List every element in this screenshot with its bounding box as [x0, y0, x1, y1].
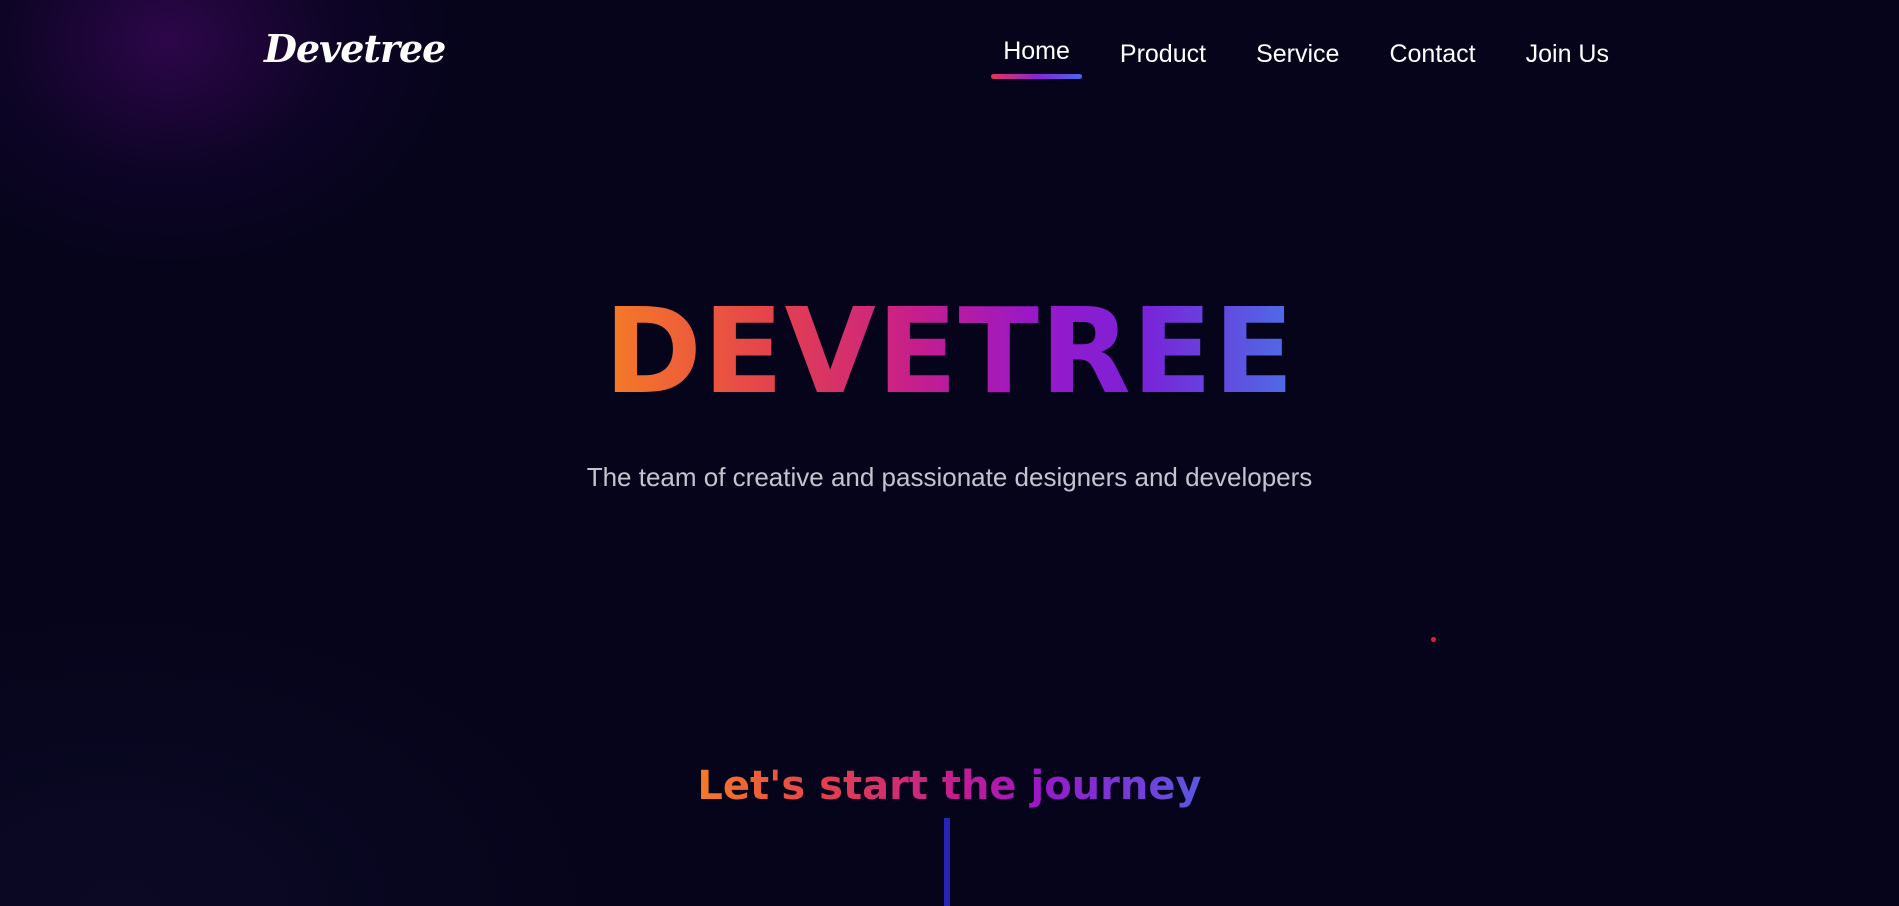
nav-item-label: Join Us	[1525, 40, 1609, 68]
hero-subtitle: The team of creative and passionate desi…	[586, 462, 1313, 492]
brand-logo[interactable]: Devetree	[264, 30, 446, 68]
nav-item-product[interactable]: Product	[1120, 42, 1206, 67]
hero-title: DEVETREE	[0, 292, 1899, 410]
decorative-dot	[1431, 637, 1436, 642]
nav-item-contact[interactable]: Contact	[1389, 42, 1475, 67]
journey-heading-text: Let's start the journey	[697, 763, 1202, 809]
nav-item-label: Contact	[1389, 40, 1476, 68]
nav-item-service[interactable]: Service	[1256, 42, 1339, 67]
main-nav: Home Product Service Contact Join Us	[991, 37, 1609, 79]
nav-item-label: Service	[1256, 40, 1340, 68]
nav-item-join-us[interactable]: Join Us	[1526, 42, 1609, 67]
nav-item-label: Product	[1119, 40, 1207, 68]
hero-title-text: DEVETREE	[603, 282, 1296, 420]
nav-item-home[interactable]: Home	[991, 37, 1082, 79]
journey-heading: Let's start the journey	[0, 766, 1899, 806]
nav-item-label: Home	[1003, 37, 1070, 65]
timeline-line	[944, 818, 950, 906]
active-nav-underline	[991, 74, 1082, 79]
